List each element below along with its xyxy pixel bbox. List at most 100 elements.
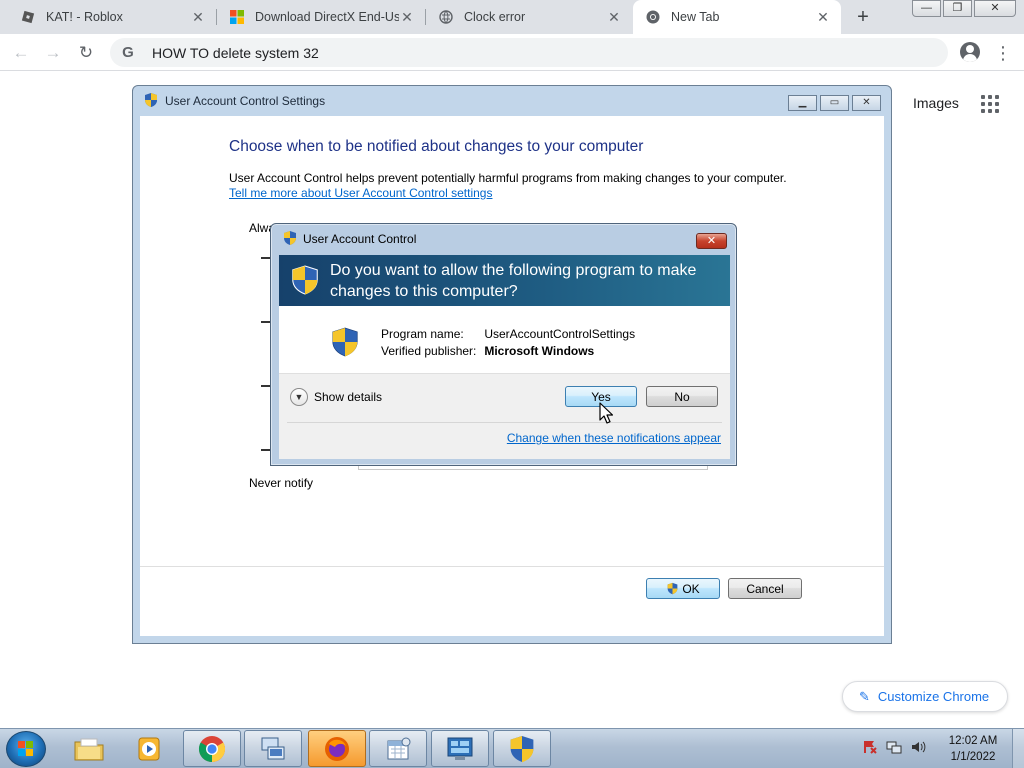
customize-chrome-button[interactable]: ✎ Customize Chrome <box>842 681 1008 712</box>
close-icon[interactable]: ✕ <box>974 0 1016 17</box>
customize-chrome-label: Customize Chrome <box>877 689 990 704</box>
tab-title: Download DirectX End-Use <box>255 10 399 24</box>
explorer-icon <box>74 738 104 760</box>
network-app-icon <box>261 737 285 759</box>
address-text: HOW TO delete system 32 <box>152 44 319 61</box>
address-bar[interactable]: G HOW TO delete system 32 <box>110 38 948 67</box>
uac-learn-more-link[interactable]: Tell me more about User Account Control … <box>229 186 492 200</box>
taskbar-clock[interactable]: 12:02 AM 1/1/2022 <box>940 733 1006 765</box>
roblox-icon <box>20 9 36 25</box>
window-title: User Account Control Settings <box>165 94 326 108</box>
uac-shield-icon <box>291 264 319 299</box>
uac-prompt-titlebar[interactable]: User Account Control <box>271 224 736 254</box>
calendar-icon <box>387 737 411 759</box>
firefox-icon <box>325 736 349 761</box>
program-name-row: Program name: UserAccountControlSettings <box>381 327 635 341</box>
uac-shield-icon <box>143 92 159 111</box>
back-arrow-icon[interactable]: ← <box>10 42 32 64</box>
taskbar-media-player[interactable] <box>120 730 178 767</box>
uac-prompt-dialog: User Account Control ✕ Do you want to al… <box>270 223 737 466</box>
browser-menu-icon[interactable]: ⋮ <box>994 42 1012 64</box>
network-icon[interactable] <box>886 739 902 758</box>
divider <box>287 422 722 423</box>
tab-roblox[interactable]: KAT! - Roblox ✕ <box>8 0 216 34</box>
taskbar-firefox[interactable] <box>308 730 366 767</box>
show-details-label: Show details <box>314 390 383 404</box>
show-desktop-button[interactable] <box>1012 729 1024 768</box>
minimize-icon[interactable]: ▁ <box>788 95 817 111</box>
reload-icon[interactable]: ↻ <box>75 42 97 64</box>
close-icon[interactable]: ✕ <box>696 233 727 249</box>
clock-date: 1/1/2022 <box>950 751 996 763</box>
system-tray <box>862 739 934 758</box>
tab-close-icon[interactable]: ✕ <box>815 9 831 25</box>
uac-description: User Account Control helps prevent poten… <box>229 171 787 185</box>
uac-question-banner: Do you want to allow the following progr… <box>279 255 730 306</box>
tab-close-icon[interactable]: ✕ <box>606 9 622 25</box>
windows-logo-icon <box>18 741 33 756</box>
no-button[interactable]: No <box>646 386 718 407</box>
uac-shield-icon <box>510 735 534 762</box>
cancel-button[interactable]: Cancel <box>728 578 802 599</box>
chevron-down-icon: ▼ <box>290 388 308 406</box>
taskbar-network-app[interactable] <box>244 730 302 767</box>
tab-title: KAT! - Roblox <box>46 10 123 24</box>
program-info-panel: Program name: UserAccountControlSettings… <box>279 306 730 374</box>
never-notify-label: Never notify <box>249 476 314 490</box>
chrome-icon <box>645 9 661 25</box>
google-apps-icon[interactable] <box>981 95 999 113</box>
media-player-icon <box>138 737 160 760</box>
browser-toolbar: ← → ↻ G HOW TO delete system 32 ⋮ <box>0 34 1024 71</box>
volume-icon[interactable] <box>910 739 926 758</box>
profile-avatar-icon[interactable] <box>960 42 980 62</box>
program-name-value: UserAccountControlSettings <box>484 327 636 341</box>
no-label: No <box>674 389 690 404</box>
divider <box>140 566 884 567</box>
tab-title: Clock error <box>464 10 526 24</box>
dialog-title: User Account Control <box>303 232 417 246</box>
uac-settings-window-controls: ▁ ▭ ✕ <box>785 95 881 111</box>
tab-close-icon[interactable]: ✕ <box>190 9 206 25</box>
taskbar-explorer[interactable] <box>60 730 118 767</box>
clock-time: 12:02 AM <box>948 735 998 747</box>
close-icon[interactable]: ✕ <box>852 95 881 111</box>
uac-settings-titlebar[interactable]: User Account Control Settings <box>133 86 891 116</box>
change-notifications-link[interactable]: Change when these notifications appear <box>507 431 721 445</box>
restore-icon[interactable]: ❐ <box>943 0 972 17</box>
google-g-icon: G <box>122 44 134 61</box>
publisher-value: Microsoft Windows <box>484 344 595 358</box>
chrome-icon <box>198 735 226 762</box>
taskbar-calendar[interactable] <box>369 730 427 767</box>
taskbar-control-panel[interactable] <box>431 730 489 767</box>
page-title: Choose when to be notified about changes… <box>229 138 644 155</box>
tab-new-tab[interactable]: New Tab ✕ <box>633 0 841 34</box>
mouse-cursor-icon <box>599 402 614 427</box>
uac-prompt-body: Program name: UserAccountControlSettings… <box>279 306 730 459</box>
images-link[interactable]: Images <box>913 95 959 111</box>
tab-close-icon[interactable]: ✕ <box>399 9 415 25</box>
ok-label: OK <box>682 581 700 596</box>
new-tab-plus-icon[interactable]: + <box>852 6 874 28</box>
pencil-icon: ✎ <box>859 688 870 704</box>
maximize-icon[interactable]: ▭ <box>820 95 849 111</box>
minimize-icon[interactable]: — <box>912 0 941 17</box>
ok-button[interactable]: OK <box>646 578 720 599</box>
browser-window-controls: — ❐ ✕ <box>910 0 1016 17</box>
tab-clock-error[interactable]: Clock error ✕ <box>426 0 632 34</box>
taskbar-uac[interactable] <box>493 730 551 767</box>
publisher-key: Verified publisher: <box>381 344 477 358</box>
uac-shield-icon <box>331 326 359 361</box>
publisher-row: Verified publisher: Microsoft Windows <box>381 344 594 358</box>
uac-shield-icon <box>282 230 298 249</box>
microsoft-icon <box>229 9 245 25</box>
program-name-key: Program name: <box>381 327 464 341</box>
uac-shield-icon <box>667 582 678 595</box>
taskbar-chrome[interactable] <box>183 730 241 767</box>
globe-icon <box>438 9 454 25</box>
tab-directx[interactable]: Download DirectX End-Use ✕ <box>217 0 425 34</box>
browser-tab-strip: KAT! - Roblox ✕ Download DirectX End-Use… <box>0 0 1024 34</box>
start-button[interactable] <box>6 731 46 767</box>
action-center-icon[interactable] <box>862 739 878 758</box>
forward-arrow-icon[interactable]: → <box>42 42 64 64</box>
show-details-toggle[interactable]: ▼ Show details <box>290 388 382 406</box>
